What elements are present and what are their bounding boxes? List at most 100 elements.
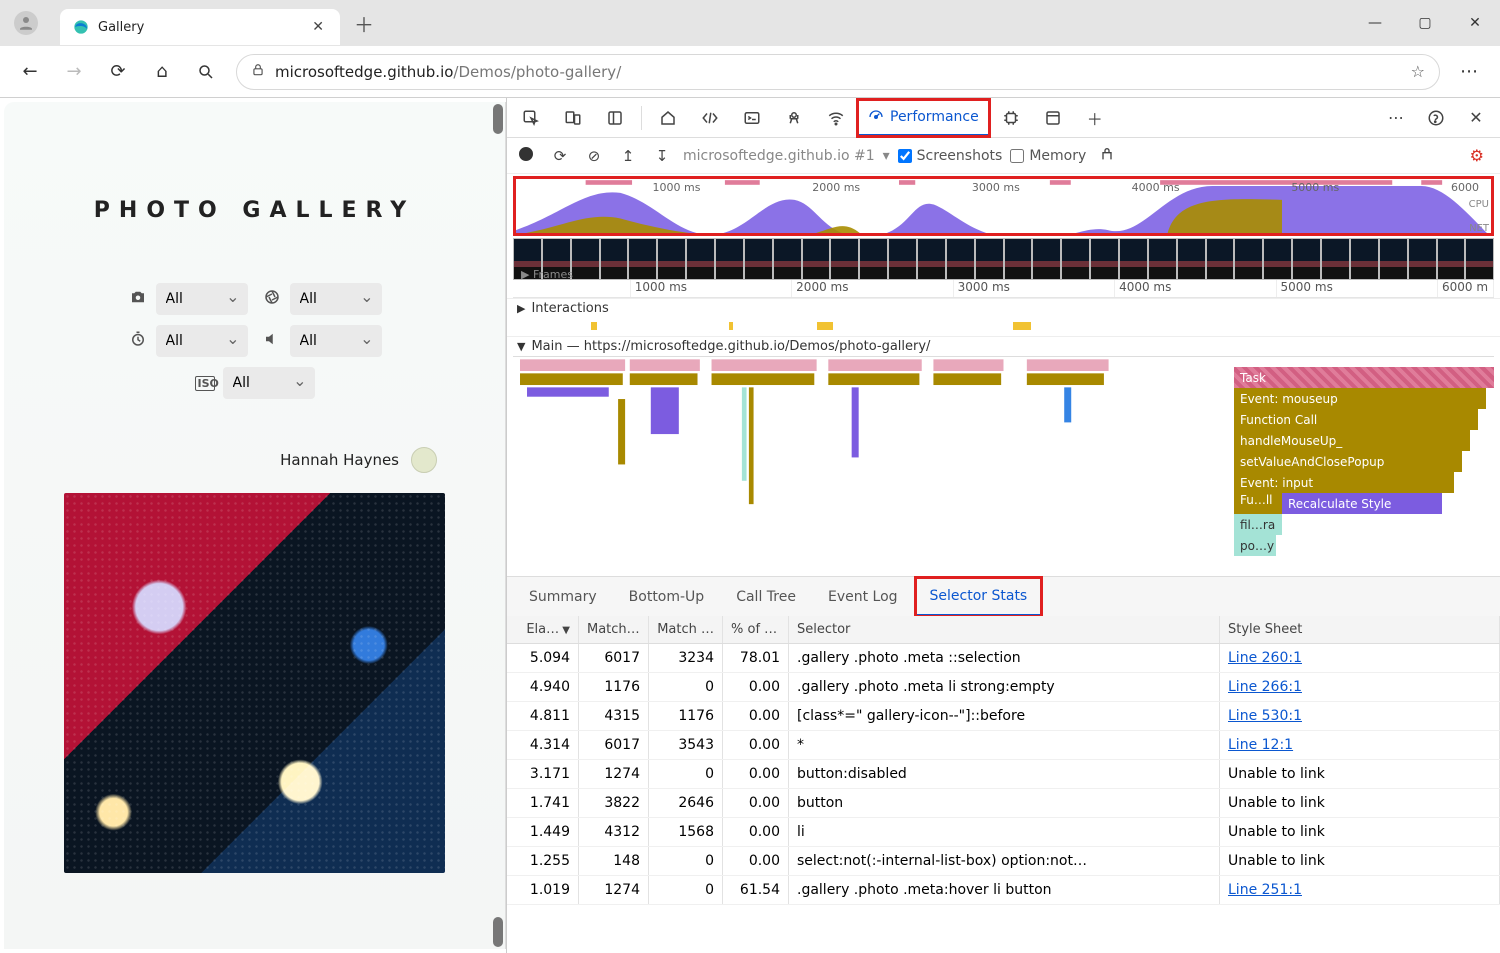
inspect-icon[interactable]: [511, 100, 551, 136]
device-icon[interactable]: [553, 100, 593, 136]
tab-event-log[interactable]: Event Log: [814, 578, 912, 616]
back-button[interactable]: ←: [10, 52, 50, 92]
flame-task[interactable]: Task: [1234, 367, 1494, 388]
table-row[interactable]: 1.449431215680.00liUnable to link: [507, 818, 1500, 847]
separator: [641, 106, 642, 130]
flame-event-input[interactable]: Event: input: [1234, 472, 1454, 493]
network-icon[interactable]: [816, 100, 856, 136]
search-button[interactable]: [186, 52, 226, 92]
more-tabs-icon[interactable]: ＋: [1075, 100, 1115, 136]
cell-sheet[interactable]: Line 266:1: [1220, 673, 1500, 701]
close-devtools-icon[interactable]: ✕: [1456, 100, 1496, 136]
timeline-ruler[interactable]: 1000 ms 2000 ms 3000 ms 4000 ms 5000 ms …: [513, 280, 1494, 298]
col-selector[interactable]: Selector: [789, 616, 1220, 643]
download-button[interactable]: ↧: [649, 147, 675, 165]
screenshots-checkbox[interactable]: Screenshots: [898, 148, 1003, 164]
tab-summary[interactable]: Summary: [515, 578, 611, 616]
tab-bottom-up[interactable]: Bottom-Up: [615, 578, 719, 616]
refresh-button[interactable]: ⟳: [98, 52, 138, 92]
scrollbar-thumb-bottom[interactable]: [493, 917, 503, 947]
help-icon[interactable]: [1416, 100, 1456, 136]
cell-sheet[interactable]: Line 12:1: [1220, 731, 1500, 759]
address-bar[interactable]: microsoftedge.github.io/Demos/photo-gall…: [236, 54, 1440, 90]
record-button[interactable]: [513, 147, 539, 165]
camera-select[interactable]: All: [156, 283, 248, 315]
flame-function-call[interactable]: Function Call: [1234, 409, 1478, 430]
flame-event-mouseup[interactable]: Event: mouseup: [1234, 388, 1486, 409]
welcome-icon[interactable]: [648, 100, 688, 136]
devtools-toolbar: Performance ＋ ⋯ ✕: [507, 98, 1500, 138]
tab-selector-stats[interactable]: Selector Stats: [916, 578, 1042, 616]
table-row[interactable]: 1.25514800.00select:not(:-internal-list-…: [507, 847, 1500, 876]
profile-icon[interactable]: [14, 11, 38, 35]
cell-pct: 0.00: [723, 760, 789, 788]
flame-fil[interactable]: fil…ra: [1234, 514, 1282, 535]
cell-attempts: 3234: [649, 644, 723, 672]
memory-icon[interactable]: [991, 100, 1031, 136]
col-attempts[interactable]: Match …: [649, 616, 723, 643]
application-icon[interactable]: [1033, 100, 1073, 136]
maximize-button[interactable]: ▢: [1400, 1, 1450, 45]
browser-tab[interactable]: Gallery ✕: [60, 9, 340, 45]
cpu-overview[interactable]: 1000 ms 2000 ms 3000 ms 4000 ms 5000 ms …: [513, 176, 1494, 236]
table-row[interactable]: 4.940117600.00.gallery .photo .meta li s…: [507, 673, 1500, 702]
url-text: microsoftedge.github.io/Demos/photo-gall…: [275, 63, 621, 81]
close-icon[interactable]: ✕: [308, 19, 328, 35]
photo-image[interactable]: [64, 493, 445, 873]
home-button[interactable]: ⌂: [142, 52, 182, 92]
filmstrip[interactable]: [513, 238, 1494, 280]
flame-recalculate-style[interactable]: Recalculate Style: [1282, 493, 1442, 514]
table-row[interactable]: 1.0191274061.54.gallery .photo .meta:hov…: [507, 876, 1500, 905]
menu-button[interactable]: ⋯: [1450, 61, 1490, 82]
reload-record-button[interactable]: ⟳: [547, 147, 573, 165]
clear-button[interactable]: ⊘: [581, 147, 607, 165]
col-pct[interactable]: % of sl…: [723, 616, 789, 643]
dock-icon[interactable]: [595, 100, 635, 136]
recording-target[interactable]: microsoftedge.github.io #1: [683, 148, 875, 164]
table-row[interactable]: 1.741382226460.00buttonUnable to link: [507, 789, 1500, 818]
exposure-select[interactable]: All: [156, 325, 248, 357]
perf-settings-icon[interactable]: ⚙: [1470, 146, 1494, 165]
tab-call-tree[interactable]: Call Tree: [722, 578, 810, 616]
elements-icon[interactable]: [690, 100, 730, 136]
sources-icon[interactable]: [774, 100, 814, 136]
cell-selector: .gallery .photo .meta li strong:empty: [789, 673, 1220, 701]
col-elapsed[interactable]: Ela…: [507, 616, 579, 643]
iso-select[interactable]: All: [223, 367, 315, 399]
tab-performance[interactable]: Performance: [858, 100, 989, 136]
page-scrollbar[interactable]: [493, 104, 503, 947]
table-row[interactable]: 3.171127400.00button:disabledUnable to l…: [507, 760, 1500, 789]
filter-bar: All All All All ISO: [4, 283, 505, 399]
sound-select[interactable]: All: [290, 325, 382, 357]
favorite-icon[interactable]: ☆: [1411, 62, 1425, 81]
interactions-track[interactable]: ▶Interactions: [507, 298, 1500, 318]
cell-elapsed: 4.314: [507, 731, 579, 759]
cell-attempts: 0: [649, 876, 723, 904]
flame-handlemouseup[interactable]: handleMouseUp_: [1234, 430, 1470, 451]
close-window-button[interactable]: ✕: [1450, 1, 1500, 45]
flame-po[interactable]: po…y: [1234, 535, 1276, 556]
cell-sheet[interactable]: Line 530:1: [1220, 702, 1500, 730]
main-thread-track[interactable]: ▼Main — https://microsoftedge.github.io/…: [507, 336, 1500, 356]
table-row[interactable]: 5.0946017323478.01.gallery .photo .meta …: [507, 644, 1500, 673]
col-sheet[interactable]: Style Sheet: [1220, 616, 1500, 643]
col-match[interactable]: Match …: [579, 616, 649, 643]
minimize-button[interactable]: —: [1350, 1, 1400, 45]
cell-sheet[interactable]: Line 260:1: [1220, 644, 1500, 672]
flame-chart[interactable]: Task Event: mouseup Function Call handle…: [513, 356, 1494, 576]
memory-checkbox[interactable]: Memory: [1010, 148, 1086, 164]
upload-button[interactable]: ↥: [615, 147, 641, 165]
new-tab-button[interactable]: ＋: [354, 9, 374, 38]
content-area: PHOTO GALLERY All All All: [0, 98, 1500, 953]
scrollbar-thumb-top[interactable]: [493, 104, 503, 134]
flame-setvalue[interactable]: setValueAndClosePopup: [1234, 451, 1462, 472]
more-icon[interactable]: ⋯: [1376, 100, 1416, 136]
flame-fu[interactable]: Fu…ll: [1234, 493, 1282, 514]
collect-garbage-icon[interactable]: [1094, 146, 1120, 166]
table-row[interactable]: 4.314601735430.00*Line 12:1: [507, 731, 1500, 760]
devtools-pane: Performance ＋ ⋯ ✕ ⟳ ⊘ ↥ ↧ microsoftedge.…: [506, 98, 1500, 953]
aperture-select[interactable]: All: [290, 283, 382, 315]
console-icon[interactable]: [732, 100, 772, 136]
table-row[interactable]: 4.811431511760.00[class*=" gallery-icon-…: [507, 702, 1500, 731]
cell-sheet[interactable]: Line 251:1: [1220, 876, 1500, 904]
